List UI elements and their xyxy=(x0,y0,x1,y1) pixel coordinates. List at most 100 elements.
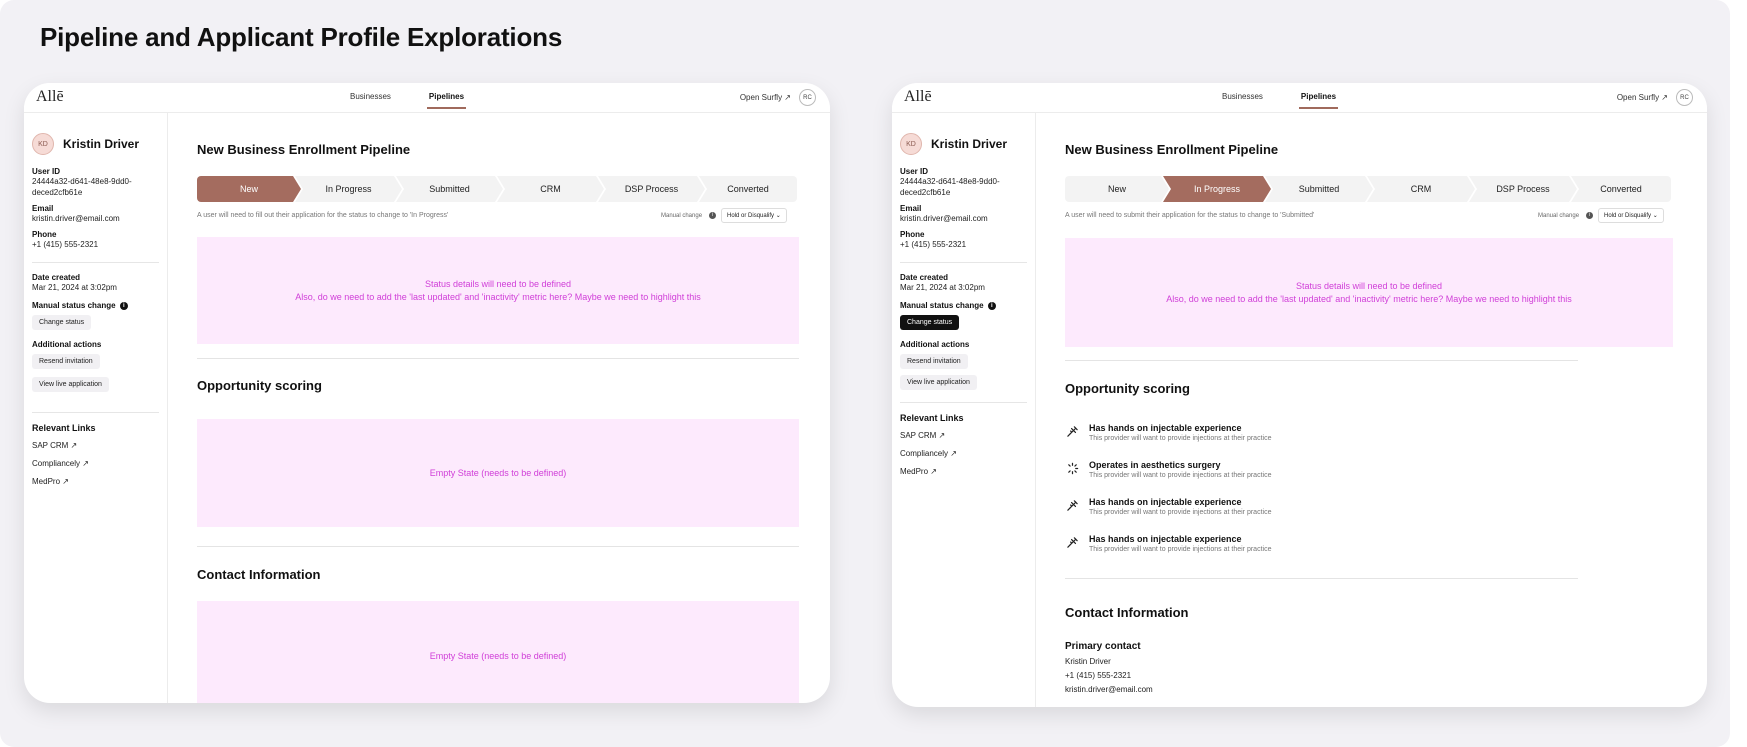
step-submitted[interactable]: Submitted xyxy=(1265,176,1373,202)
top-nav: Allē Businesses Pipelines Open Surfly ↗ … xyxy=(24,83,830,113)
user-avatar[interactable]: RC xyxy=(1676,89,1693,106)
primary-contact-block: Primary contact Kristin Driver +1 (415) … xyxy=(1065,641,1153,699)
user-id-value: 24444a32-d641-48e8-9dd0-deced2cfb61e xyxy=(900,177,1000,197)
profile-sidebar: KD Kristin Driver User ID 24444a32-d641-… xyxy=(892,113,1036,707)
score-item: Operates in aesthetics surgery This prov… xyxy=(1065,460,1271,479)
change-status-button[interactable]: Change status xyxy=(900,315,960,330)
hold-disqualify-select[interactable]: Hold or Disqualify ⌄ xyxy=(721,208,787,223)
manual-change-control: Manual change i Hold or Disqualify ⌄ xyxy=(661,208,787,223)
email-value: kristin.driver@email.com xyxy=(900,214,988,223)
score-item: Has hands on injectable experience This … xyxy=(1065,497,1271,516)
relevant-links-label: Relevant Links xyxy=(900,413,964,423)
email-label: Email xyxy=(900,204,922,213)
info-icon[interactable]: i xyxy=(119,301,128,310)
status-placeholder-line-1: Status details will need to be defined xyxy=(424,278,572,289)
open-surfly-link[interactable]: Open Surfly ↗ xyxy=(740,93,791,102)
chevron-down-icon: ⌄ xyxy=(775,213,781,219)
score-subtitle: This provider will want to provide injec… xyxy=(1089,435,1272,442)
step-submitted[interactable]: Submitted xyxy=(396,176,503,202)
user-id-label: User ID xyxy=(32,167,61,176)
score-title: Has hands on injectable experience xyxy=(1089,497,1242,507)
primary-contact-email[interactable]: kristin.driver@email.com xyxy=(1065,685,1153,694)
status-placeholder-line-2: Also, do we need to add the 'last update… xyxy=(1166,293,1572,304)
manual-change-control: Manual change i Hold or Disqualify ⌄ xyxy=(1538,208,1664,223)
step-in-progress[interactable]: In Progress xyxy=(295,176,402,202)
date-created-value: Mar 21, 2024 at 3:02pm xyxy=(32,283,117,292)
view-live-application-button[interactable]: View live application xyxy=(32,377,109,392)
manual-change-label: Manual change xyxy=(1538,212,1580,219)
nav-link-businesses[interactable]: Businesses xyxy=(350,92,391,101)
page-title: Pipeline and Applicant Profile Explorati… xyxy=(40,22,563,52)
profile-name: Kristin Driver xyxy=(63,137,140,151)
step-new[interactable]: New xyxy=(1065,176,1169,202)
user-avatar[interactable]: RC xyxy=(799,89,816,106)
nav-links: Businesses Pipelines xyxy=(350,92,467,109)
step-crm[interactable]: CRM xyxy=(497,176,604,202)
top-nav: Allē Businesses Pipelines Open Surfly ↗ … xyxy=(892,83,1707,113)
resend-invitation-button[interactable]: Resend invitation xyxy=(32,354,100,369)
contact-information-title: Contact Information xyxy=(1065,605,1189,620)
pipeline-title: New Business Enrollment Pipeline xyxy=(1065,142,1279,157)
nav-link-businesses[interactable]: Businesses xyxy=(1222,92,1263,101)
alle-logo[interactable]: Allē xyxy=(36,88,64,106)
user-id-label: User ID xyxy=(900,167,929,176)
step-dsp-process[interactable]: DSP Process xyxy=(1469,176,1577,202)
resend-invitation-button[interactable]: Resend invitation xyxy=(900,354,968,369)
score-title: Operates in aesthetics surgery xyxy=(1089,460,1221,470)
section-divider xyxy=(197,546,799,547)
change-status-button[interactable]: Change status xyxy=(32,315,92,330)
nav-link-pipelines[interactable]: Pipelines xyxy=(1298,92,1339,109)
nav-link-pipelines[interactable]: Pipelines xyxy=(426,92,467,109)
info-icon[interactable]: i xyxy=(987,301,996,310)
step-converted[interactable]: Converted xyxy=(1571,176,1671,202)
hold-disqualify-select[interactable]: Hold or Disqualify ⌄ xyxy=(1598,208,1664,223)
status-placeholder-line-2: Also, do we need to add the 'last update… xyxy=(295,291,701,302)
manual-status-label: Manual status change i xyxy=(32,301,159,310)
link-compliancely[interactable]: Compliancely ↗ xyxy=(32,459,159,468)
status-placeholder-line-1: Status details will need to be defined xyxy=(1295,280,1443,291)
opportunity-empty-state: Empty State (needs to be defined) xyxy=(197,419,799,527)
top-right-actions: Open Surfly ↗ RC xyxy=(740,89,816,106)
link-sap-crm[interactable]: SAP CRM ↗ xyxy=(32,441,159,450)
step-dsp-process[interactable]: DSP Process xyxy=(598,176,705,202)
link-compliancely[interactable]: Compliancely ↗ xyxy=(900,449,1027,458)
contact-empty-text: Empty State (needs to be defined) xyxy=(429,650,567,661)
manual-status-label: Manual status change i xyxy=(900,301,1027,310)
profile-name: Kristin Driver xyxy=(931,137,1008,151)
contact-information-title: Contact Information xyxy=(197,567,321,582)
opportunity-empty-text: Empty State (needs to be defined) xyxy=(429,467,567,478)
email-label: Email xyxy=(32,204,54,213)
date-created-value: Mar 21, 2024 at 3:02pm xyxy=(900,283,985,292)
email-value: kristin.driver@email.com xyxy=(32,214,120,223)
divider xyxy=(32,412,159,413)
open-surfly-link[interactable]: Open Surfly ↗ xyxy=(1617,93,1668,102)
step-crm[interactable]: CRM xyxy=(1367,176,1475,202)
score-subtitle: This provider will want to provide injec… xyxy=(1089,546,1272,553)
additional-actions-label: Additional actions xyxy=(32,340,102,349)
primary-contact-name: Kristin Driver xyxy=(1065,657,1111,666)
opportunity-scoring-title: Opportunity scoring xyxy=(1065,381,1190,396)
phone-label: Phone xyxy=(32,230,57,239)
user-id-value: 24444a32-d641-48e8-9dd0-deced2cfb61e xyxy=(32,177,132,197)
link-medpro[interactable]: MedPro ↗ xyxy=(32,477,159,486)
step-converted[interactable]: Converted xyxy=(699,176,797,202)
date-created-label: Date created xyxy=(900,273,949,282)
loader-icon xyxy=(1065,461,1079,475)
section-divider xyxy=(1065,578,1578,579)
step-in-progress[interactable]: In Progress xyxy=(1163,176,1271,202)
view-live-application-button[interactable]: View live application xyxy=(900,375,977,390)
link-sap-crm[interactable]: SAP CRM ↗ xyxy=(900,431,1027,440)
opportunity-scoring-title: Opportunity scoring xyxy=(197,378,322,393)
nav-links: Businesses Pipelines xyxy=(1222,92,1339,109)
score-subtitle: This provider will want to provide injec… xyxy=(1089,472,1272,479)
avatar: KD xyxy=(900,133,922,155)
link-medpro[interactable]: MedPro ↗ xyxy=(900,467,1027,476)
alle-logo[interactable]: Allē xyxy=(904,88,932,106)
score-item: Has hands on injectable experience This … xyxy=(1065,534,1271,553)
relevant-links-label: Relevant Links xyxy=(32,423,96,433)
status-details-placeholder: Status details will need to be defined A… xyxy=(197,237,799,344)
step-new[interactable]: New xyxy=(197,176,301,202)
status-hint: A user will need to submit their applica… xyxy=(1065,212,1315,219)
info-icon[interactable]: i xyxy=(1586,212,1594,219)
info-icon[interactable]: i xyxy=(709,212,717,219)
